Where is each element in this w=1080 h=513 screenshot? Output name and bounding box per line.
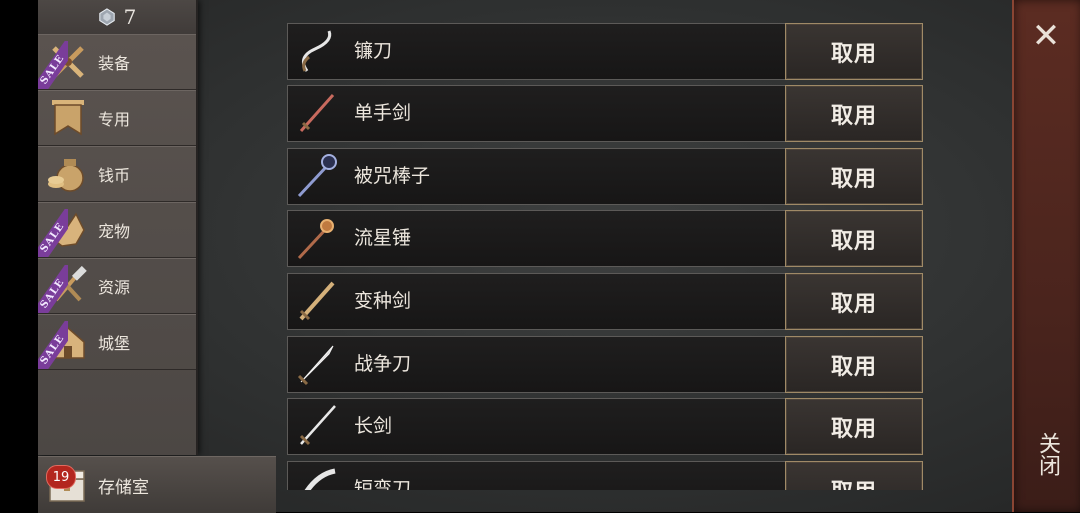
sidebar-item-label: 钱币: [98, 166, 131, 185]
currency-display: 7: [38, 0, 196, 35]
scimitar-icon: [304, 468, 336, 490]
take-button[interactable]: 取用: [785, 85, 923, 142]
storage-room-button[interactable]: 19 存储室: [38, 456, 276, 513]
sale-ribbon: SALE: [38, 209, 68, 257]
list-item: 流星锤 取用: [287, 210, 923, 267]
sidebar-item-label: 城堡: [98, 334, 131, 353]
item-list[interactable]: 镰刀 取用 单手剑 取用 被咒棒子 取用 流星锤 取用 变种剑 取用 战争刀 取…: [287, 22, 923, 490]
scythe-icon: [301, 30, 332, 72]
storage-label: 存储室: [98, 477, 149, 498]
item-name: 短弯刀: [354, 478, 412, 490]
list-item: 被咒棒子 取用: [287, 148, 923, 205]
gem-icon: [98, 8, 115, 26]
close-label[interactable]: 关闭: [1030, 432, 1064, 476]
take-button[interactable]: 取用: [785, 148, 923, 205]
item-name: 长剑: [354, 415, 393, 437]
take-button[interactable]: 取用: [785, 398, 923, 455]
take-button[interactable]: 取用: [785, 336, 923, 393]
variant-sword-icon: [299, 281, 335, 321]
take-button[interactable]: 取用: [785, 23, 923, 80]
list-item: 单手剑 取用: [287, 85, 923, 142]
list-item: 变种剑 取用: [287, 273, 923, 330]
banner-icon: [52, 100, 84, 136]
list-item: 镰刀 取用: [287, 23, 923, 80]
sidebar-item-resources[interactable]: SALE 资源: [38, 258, 196, 314]
sale-ribbon: SALE: [38, 265, 68, 313]
sale-ribbon: SALE: [38, 321, 68, 369]
coin-bag-icon: [48, 159, 84, 192]
sidebar-item-label: 资源: [98, 278, 131, 297]
take-button[interactable]: 取用: [785, 273, 923, 330]
take-button[interactable]: 取用: [785, 461, 923, 490]
storage-count-badge: 19: [46, 465, 76, 489]
sidebar-item-coins[interactable]: 钱币: [38, 146, 196, 202]
morning-star-icon: [297, 219, 334, 260]
sidebar-item-label: 专用: [98, 110, 131, 129]
item-name: 战争刀: [354, 353, 412, 375]
item-name: 镰刀: [354, 40, 393, 62]
sidebar-item-pets[interactable]: SALE 宠物: [38, 202, 196, 258]
close-icon[interactable]: ✕: [1026, 16, 1066, 56]
sale-ribbon: SALE: [38, 41, 68, 89]
cursed-mace-icon: [297, 154, 337, 198]
sidebar-item-exclusive[interactable]: 专用: [38, 90, 196, 146]
item-name: 单手剑: [354, 102, 412, 124]
take-button[interactable]: 取用: [785, 210, 923, 267]
currency-amount: 7: [123, 5, 137, 29]
war-blade-icon: [297, 345, 334, 386]
sidebar-item-castle[interactable]: SALE 城堡: [38, 314, 196, 370]
one-handed-sword-icon: [299, 94, 335, 132]
list-item: 长剑 取用: [287, 398, 923, 455]
sidebar-item-label: 装备: [98, 54, 131, 73]
long-sword-icon: [299, 405, 336, 446]
sidebar-item-equipment[interactable]: SALE 装备: [38, 34, 196, 90]
item-name: 被咒棒子: [354, 165, 431, 187]
sidebar-item-label: 宠物: [98, 222, 131, 241]
item-name: 流星锤: [354, 227, 412, 249]
list-item: 短弯刀 取用: [287, 461, 923, 490]
list-item: 战争刀 取用: [287, 336, 923, 393]
item-name: 变种剑: [354, 290, 412, 312]
